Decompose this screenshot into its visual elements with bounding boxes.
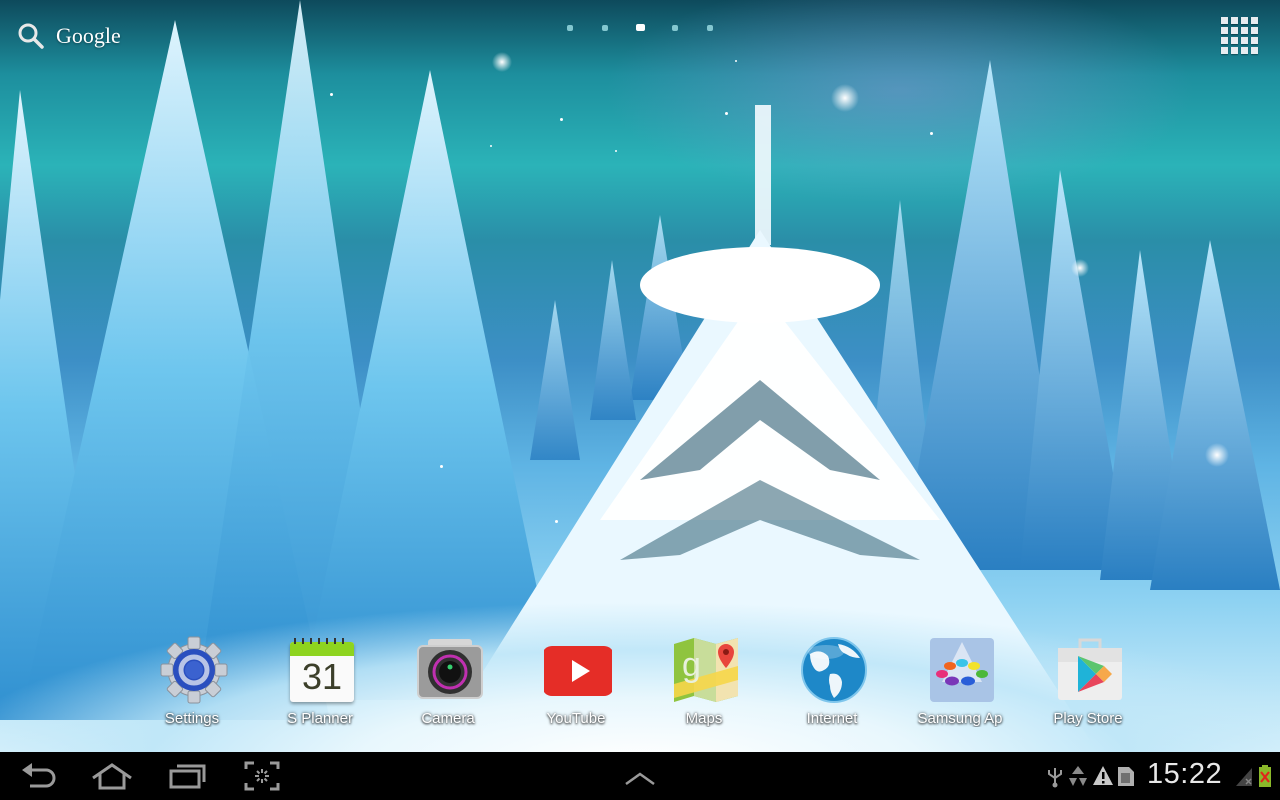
svg-text:g: g	[682, 646, 701, 684]
snowflake	[490, 145, 492, 147]
search-icon	[18, 23, 44, 49]
apps-drawer-button[interactable]	[1218, 14, 1260, 56]
calendar-day: 31	[301, 656, 343, 697]
app-maps[interactable]: g Maps	[654, 636, 754, 732]
samsung-apps-icon	[930, 638, 994, 702]
page-indicator	[560, 22, 720, 34]
snowflake	[930, 132, 933, 135]
snowflake	[440, 465, 443, 468]
camera-icon	[417, 639, 483, 699]
apps-grid-icon	[1218, 14, 1260, 56]
app-play-store[interactable]: Play Store	[1038, 636, 1138, 732]
app-internet[interactable]: Internet	[782, 636, 882, 732]
screenshot-button[interactable]	[244, 760, 280, 792]
snowflake	[555, 520, 558, 523]
maps-icon: g	[674, 638, 738, 702]
app-label: Play Store	[1053, 710, 1123, 727]
signal-no-service-icon[interactable]	[1234, 764, 1254, 788]
snowflake	[560, 118, 563, 121]
home-icon	[92, 763, 132, 790]
back-button[interactable]	[20, 760, 58, 792]
warning-icon[interactable]	[1092, 764, 1114, 788]
page-dot[interactable]	[672, 25, 678, 31]
snowflake	[725, 112, 728, 115]
app-label: S Planner	[287, 710, 353, 727]
snowflake	[615, 150, 617, 152]
battery-charging-error-icon[interactable]	[1258, 764, 1272, 788]
screen-capture-icon	[244, 761, 280, 791]
app-label: Camera	[421, 710, 475, 727]
snowflake	[735, 60, 737, 62]
app-label: Samsung Ap	[917, 710, 1003, 727]
app-s-planner[interactable]: 31 S Planner	[270, 636, 370, 732]
app-camera[interactable]: Camera	[398, 636, 498, 732]
play-store-bag-icon	[1058, 638, 1122, 700]
page-dot[interactable]	[567, 25, 573, 31]
app-youtube[interactable]: YouTube	[526, 636, 626, 732]
youtube-play-icon	[544, 646, 612, 696]
expand-tray-button[interactable]	[622, 760, 658, 792]
app-label: Internet	[806, 710, 858, 727]
google-search-label: Google	[56, 23, 121, 48]
system-navigation-bar: 15:22	[0, 752, 1280, 800]
recycle-icon[interactable]	[1066, 764, 1090, 788]
chevron-up-icon	[625, 772, 655, 786]
snowflake	[330, 93, 333, 96]
app-label: Maps	[685, 710, 723, 727]
page-dot[interactable]	[602, 25, 608, 31]
globe-icon	[801, 637, 867, 703]
status-clock[interactable]: 15:22	[1147, 758, 1222, 791]
app-samsung-apps[interactable]: Samsung Ap	[910, 636, 1010, 732]
back-arrow-icon	[22, 763, 56, 788]
page-dot[interactable]	[707, 25, 713, 31]
home-button[interactable]	[90, 760, 134, 792]
google-search-bar[interactable]: Google	[16, 20, 121, 52]
calendar-icon: 31	[288, 636, 356, 704]
usb-icon[interactable]	[1046, 764, 1064, 788]
app-label: Settings	[164, 710, 220, 727]
app-settings[interactable]: Settings	[142, 636, 242, 732]
settings-gear-icon	[160, 636, 228, 704]
recent-apps-button[interactable]	[168, 760, 208, 792]
sd-card-icon[interactable]	[1116, 764, 1136, 788]
page-dot-active[interactable]	[636, 24, 645, 31]
app-label: YouTube	[546, 710, 606, 727]
recent-apps-icon	[169, 764, 206, 789]
